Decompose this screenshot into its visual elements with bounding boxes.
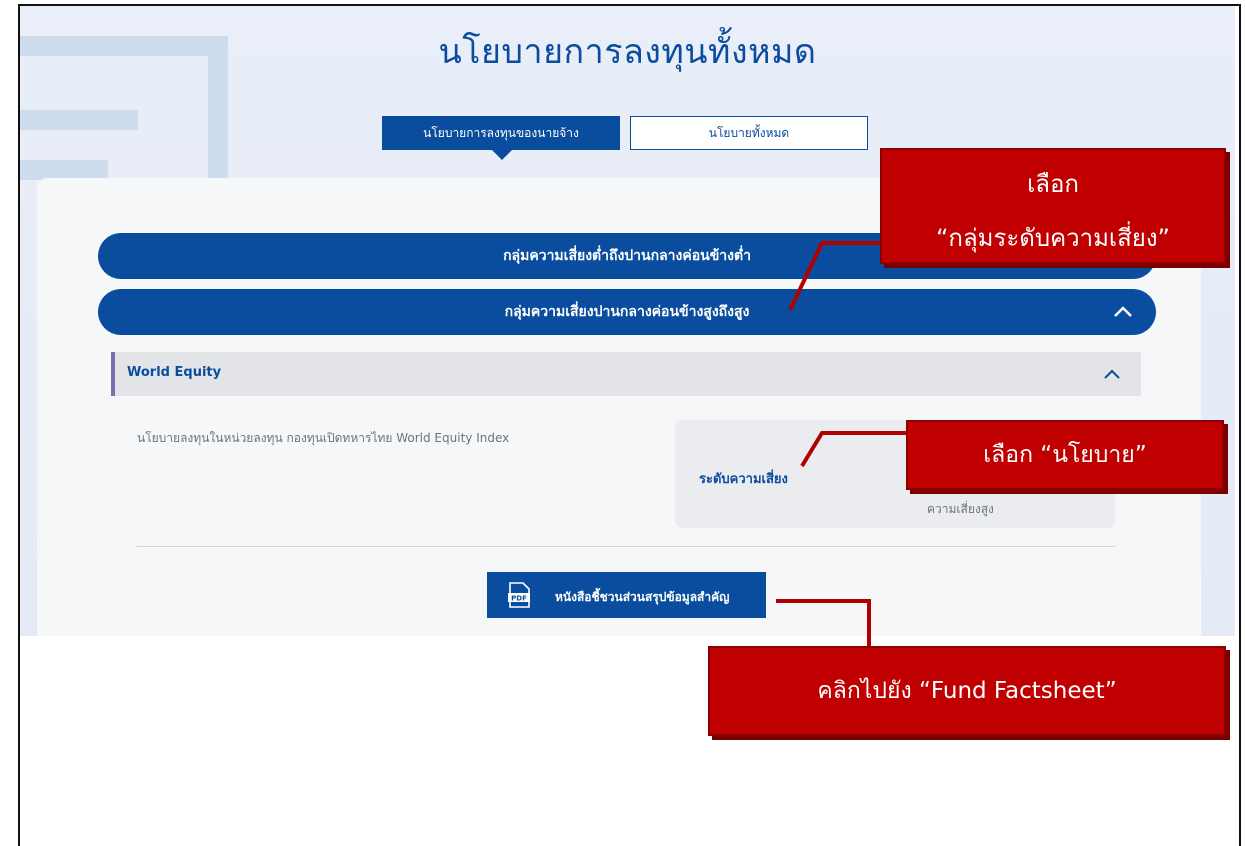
annotation-click-factsheet: คลิกไปยัง “Fund Factsheet” xyxy=(708,646,1226,736)
annotation-text: “กลุ่มระดับความเสี่ยง” xyxy=(936,224,1170,252)
annotation-select-group: เลือก “กลุ่มระดับความเสี่ยง” xyxy=(880,148,1226,264)
annotation-text: คลิกไปยัง “Fund Factsheet” xyxy=(817,678,1117,704)
annotation-text: เลือก “นโยบาย” xyxy=(983,442,1147,468)
connector-line xyxy=(800,431,910,468)
annotation-text: เลือก xyxy=(1027,170,1079,198)
connector-line xyxy=(776,599,871,646)
annotation-select-policy: เลือก “นโยบาย” xyxy=(906,420,1224,490)
connector-line xyxy=(788,241,886,311)
